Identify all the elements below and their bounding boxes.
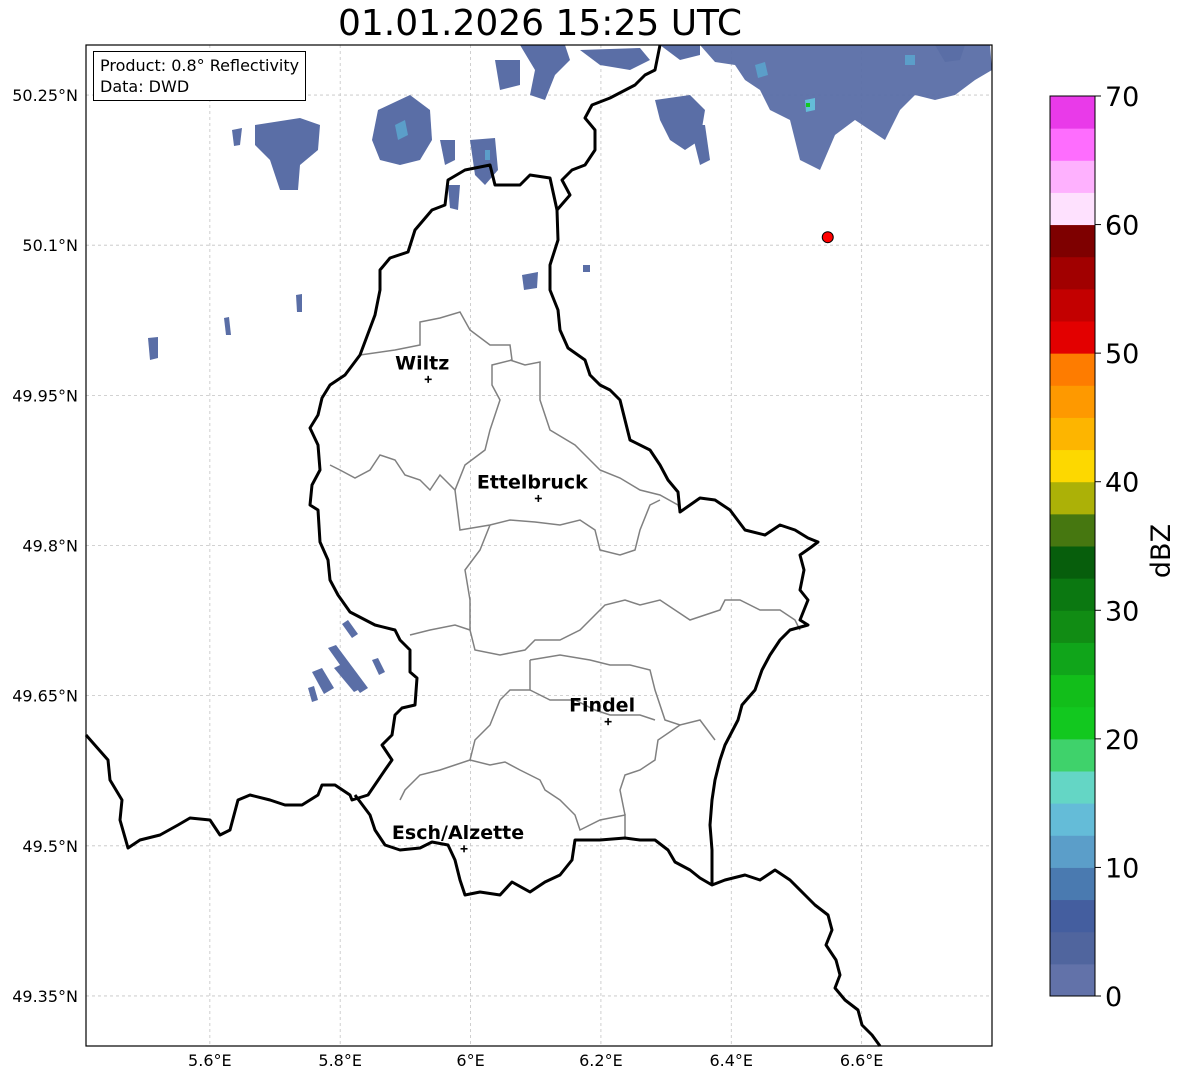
colorbar-segment: [1050, 642, 1095, 676]
lon-tick-label: 5.8°E: [318, 1051, 362, 1070]
colorbar-tick-label: 70: [1105, 82, 1139, 113]
city-label: Wiltz: [395, 352, 449, 374]
lon-tick-label: 6.2°E: [579, 1051, 623, 1070]
lat-tick-label: 49.95°N: [12, 386, 78, 405]
colorbar-segment: [1050, 867, 1095, 901]
lon-tick-label: 6.4°E: [709, 1051, 753, 1070]
colorbar-segment: [1050, 546, 1095, 579]
lon-tick-label: 6°E: [456, 1051, 484, 1070]
city-label: Esch/Alzette: [392, 822, 524, 844]
colorbar-tick-label: 50: [1105, 339, 1139, 370]
colorbar-segment: [1050, 803, 1095, 836]
city-label: Ettelbruck: [477, 471, 588, 493]
colorbar-segment: [1050, 417, 1095, 451]
lat-tick-label: 49.8°N: [22, 537, 78, 556]
lat-tick-label: 50.1°N: [22, 236, 78, 255]
colorbar-segment: [1050, 931, 1095, 965]
colorbar-segment: [1050, 192, 1095, 226]
colorbar-tick-label: 40: [1105, 468, 1139, 499]
colorbar-segment: [1050, 578, 1095, 611]
colorbar-segment: [1050, 128, 1095, 161]
product-info-box: Product: 0.8° Reflectivity Data: DWD: [93, 51, 307, 101]
colorbar-segment: [1050, 610, 1095, 643]
colorbar-segment: [1050, 771, 1095, 804]
colorbar-segment: [1050, 353, 1095, 386]
colorbar-segment: [1050, 674, 1095, 708]
colorbar-label: dBZ: [1146, 524, 1177, 578]
colorbar-tick-label: 60: [1105, 211, 1139, 242]
product-label: Product: 0.8° Reflectivity: [100, 56, 300, 75]
lon-tick-label: 6.6°E: [840, 1051, 884, 1070]
colorbar-segment: [1050, 224, 1095, 258]
colorbar-tick-label: 20: [1105, 725, 1139, 756]
colorbar: 0 10 20 30 40 50 60 70 dBZ: [1049, 82, 1177, 1013]
colorbar-segment: [1050, 160, 1095, 193]
lat-tick-label: 49.35°N: [12, 987, 78, 1006]
colorbar-segment: [1050, 288, 1095, 322]
data-source-label: Data: DWD: [100, 77, 190, 96]
colorbar-segment: [1050, 738, 1095, 772]
colorbar-segment: [1050, 835, 1095, 868]
colorbar-segment: [1050, 385, 1095, 418]
colorbar-segment: [1050, 96, 1095, 129]
colorbar-segment: [1050, 513, 1095, 547]
lat-tick-label: 50.25°N: [12, 86, 78, 105]
colorbar-segment: [1050, 256, 1095, 290]
station-marker: [821, 231, 834, 244]
colorbar-segment: [1050, 963, 1095, 997]
lat-tick-label: 49.5°N: [22, 837, 78, 856]
radar-map: Wiltz Ettelbruck Findel Esch/Alzette 5.6°E 5…: [12, 44, 1177, 1070]
colorbar-segment: [1050, 449, 1095, 483]
lat-tick-label: 49.65°N: [12, 687, 78, 706]
colorbar-tick-label: 0: [1105, 982, 1122, 1013]
lon-tick-label: 5.6°E: [188, 1051, 232, 1070]
colorbar-segment: [1050, 899, 1095, 933]
colorbar-segment: [1050, 481, 1095, 515]
colorbar-tick-label: 10: [1105, 853, 1139, 884]
city-label: Findel: [569, 695, 635, 717]
colorbar-segment: [1050, 321, 1095, 354]
colorbar-tick-label: 30: [1105, 596, 1139, 627]
colorbar-segment: [1050, 706, 1095, 740]
